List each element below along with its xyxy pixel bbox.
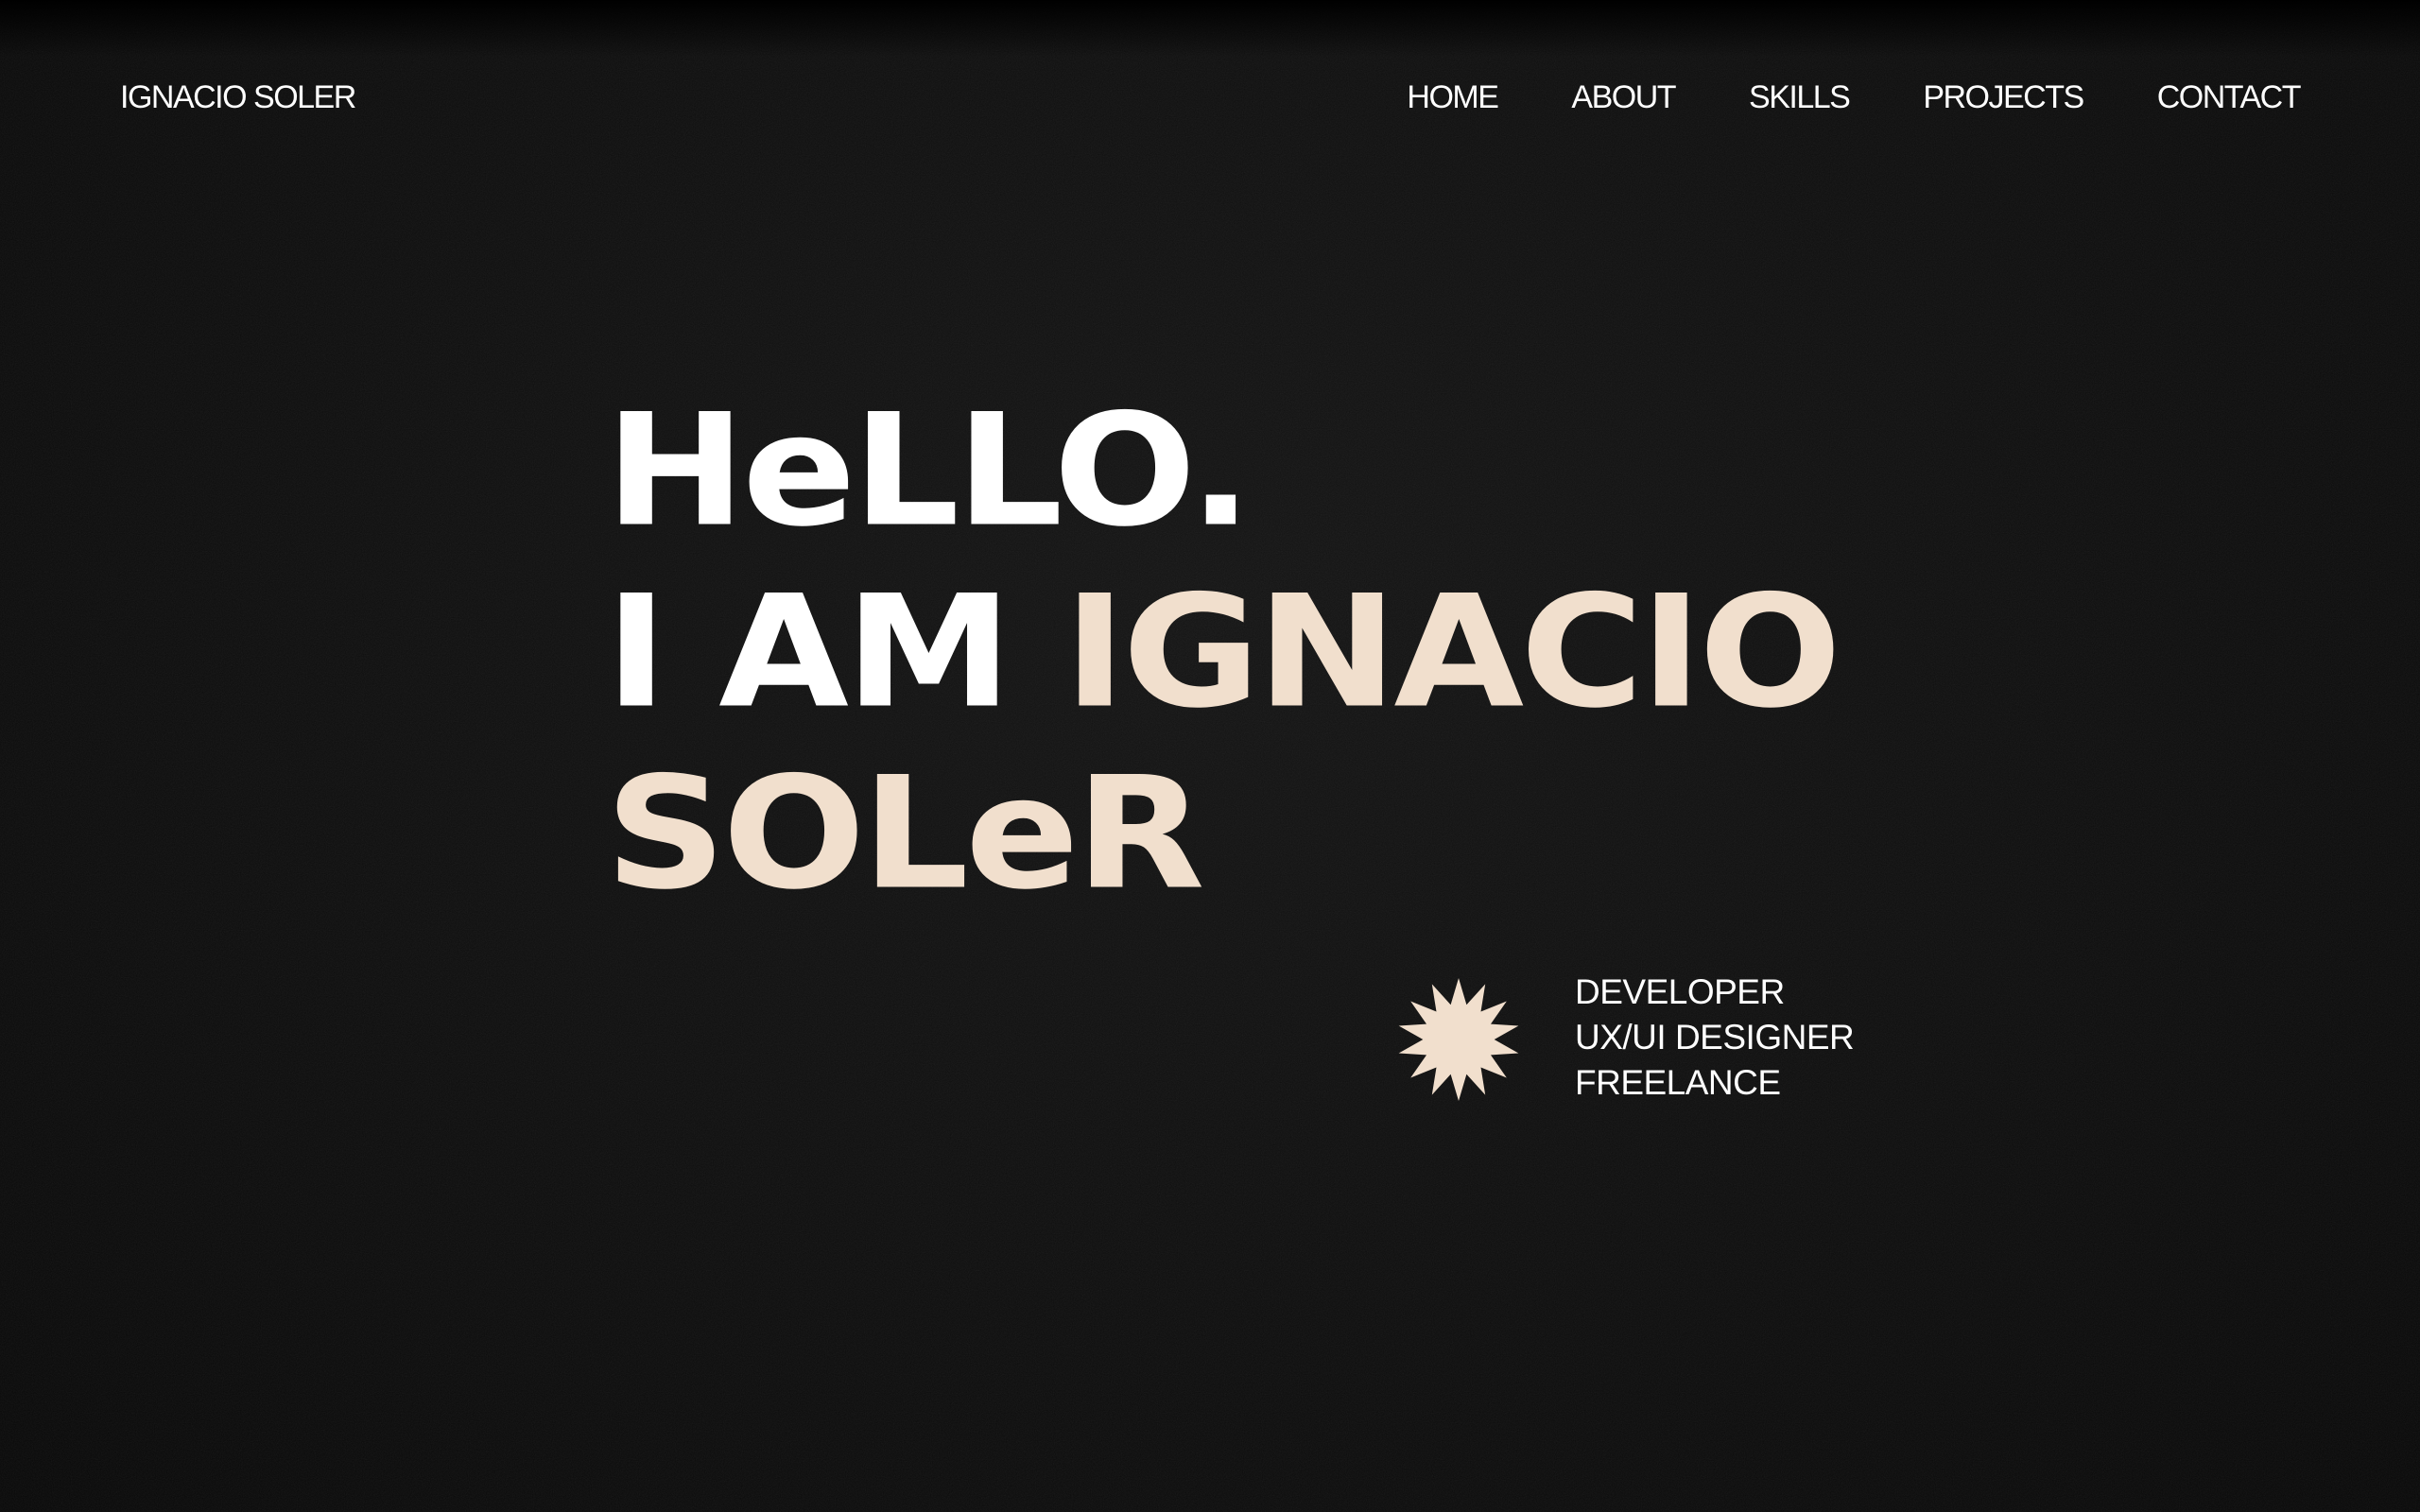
roles-block: DEVELOPER UX/UI DESIGNER FREELANCE (1397, 970, 1855, 1106)
role-designer: UX/UI DESIGNER (1575, 1018, 1855, 1057)
nav-projects[interactable]: PROJECTS (1923, 79, 2084, 116)
nav-about[interactable]: ABOUT (1571, 79, 1676, 116)
nav-skills[interactable]: SKILLS (1749, 79, 1851, 116)
hero-last-name: SOLeR (605, 743, 1205, 924)
hero-first-name: IGNACIO (1063, 561, 1841, 743)
starburst-icon (1398, 978, 1519, 1101)
role-freelance: FREELANCE (1575, 1063, 1781, 1102)
hero-intro-text: I AM (605, 561, 1012, 743)
hero-greeting: HeLLO. (605, 380, 1253, 561)
main-nav: HOME ABOUT SKILLS PROJECTS CONTACT (1407, 79, 2302, 116)
roles-list: DEVELOPER UX/UI DESIGNER FREELANCE (1575, 970, 1855, 1106)
site-header: IGNACIO SOLER HOME ABOUT SKILLS PROJECTS… (0, 0, 2420, 198)
nav-home[interactable]: HOME (1407, 79, 1499, 116)
brand-logo-link[interactable]: IGNACIO SOLER (120, 79, 356, 116)
nav-contact[interactable]: CONTACT (2157, 79, 2302, 116)
hero-heading: HeLLO. I AM IGNACIO SOLeR (605, 380, 1841, 932)
hero-intro-line: I AM IGNACIO (605, 569, 1841, 736)
role-developer: DEVELOPER (1575, 972, 1785, 1011)
